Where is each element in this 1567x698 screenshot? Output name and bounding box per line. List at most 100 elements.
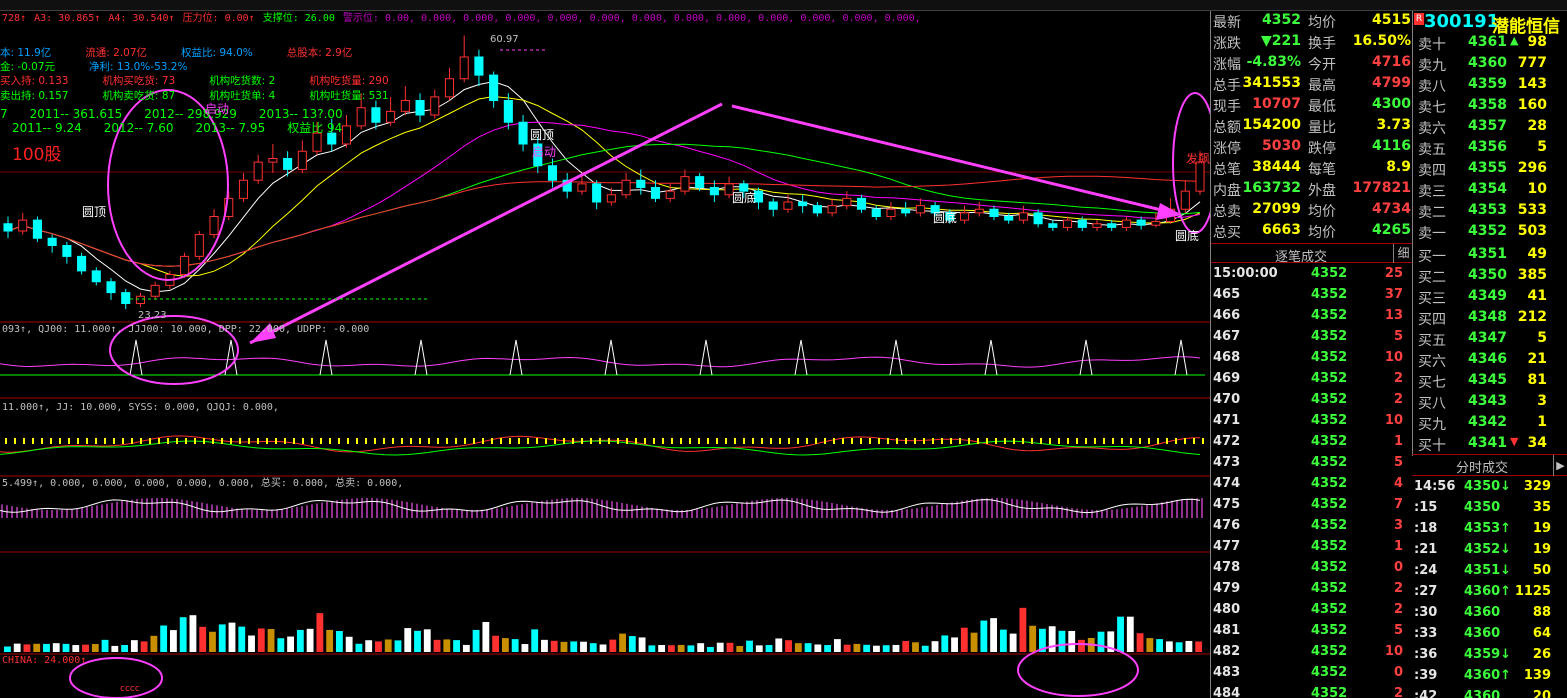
book-cell: 买四	[1418, 312, 1446, 328]
tick-cell: 4	[1393, 476, 1403, 491]
indicator-2-header: 11.000↑, JJ: 10.000, SYSS: 0.000, QJQJ: …	[2, 402, 279, 413]
bid-row[interactable]: 买七 4345 81	[1414, 371, 1567, 392]
text-segment: 7	[0, 107, 8, 121]
bid-row[interactable]: 买四 4348 212	[1414, 308, 1567, 329]
tick-row: 15:00:00 4352 25	[1211, 264, 1413, 285]
volume-bar	[52, 643, 60, 652]
ask-row[interactable]: 卖九 4360 777	[1414, 54, 1567, 75]
quote-value: 4116	[1372, 138, 1411, 154]
tick-cell: 1	[1393, 434, 1403, 449]
tick-cell: 10	[1384, 413, 1403, 428]
book-cell: 4358	[1468, 97, 1507, 113]
ask-row[interactable]: 卖八 4359 143	[1414, 75, 1567, 96]
volume-bar	[1195, 641, 1203, 652]
ask-row[interactable]: 卖七 4358 160	[1414, 96, 1567, 117]
ask-row[interactable]: 卖五 4356 5	[1414, 138, 1567, 159]
bid-row[interactable]: 买六 4346 21	[1414, 350, 1567, 371]
trade-cell: :15	[1414, 500, 1438, 515]
bid-row[interactable]: 买五 4347 5	[1414, 329, 1567, 350]
trade-cell: 4350	[1464, 500, 1501, 515]
trade-cell: 4350↓	[1464, 479, 1512, 494]
candle-body	[194, 234, 204, 257]
trade-expand-button[interactable]: ▶	[1553, 455, 1567, 476]
trade-cell: :24	[1414, 563, 1438, 578]
candle-body	[356, 107, 366, 127]
book-cell: 卖三	[1418, 184, 1446, 200]
candle-body	[430, 96, 440, 116]
ma20-line	[7, 121, 1201, 267]
volume-bar	[667, 645, 675, 652]
quote-row: 总买 6663 均价 4265	[1211, 221, 1413, 242]
info-overlay: 本: 11.9亿 流通: 2.07亿 权益比: 94.0% 总股本: 2.9亿 金: …	[0, 46, 389, 165]
tick-cell: 482	[1213, 644, 1241, 659]
ask-row[interactable]: 卖六 4357 28	[1414, 117, 1567, 138]
book-cell: 4345	[1468, 372, 1507, 388]
quote-row: 总手 341553 最高 4799	[1211, 74, 1413, 95]
arc-r1-label: 圆底	[933, 210, 957, 225]
volume-bar	[755, 645, 763, 652]
candle-body	[415, 100, 425, 116]
ask-row[interactable]: 卖十 4361 98 ▲	[1414, 33, 1567, 54]
ask-row[interactable]: 卖一 4352 503	[1414, 222, 1567, 243]
quote-label: 均价	[1308, 204, 1336, 220]
quote-value: 341553	[1242, 75, 1301, 91]
bid-row[interactable]: 买三 4349 41	[1414, 287, 1567, 308]
tick-cell: 13	[1384, 308, 1403, 323]
volume-bar	[111, 645, 119, 652]
tick-cell: 4352	[1311, 560, 1348, 575]
book-cell: 卖九	[1418, 58, 1446, 74]
ask-row[interactable]: 卖四 4355 296	[1414, 159, 1567, 180]
bid-row[interactable]: 买九 4342 1	[1414, 413, 1567, 434]
trade-cell: 4359↓	[1464, 647, 1512, 662]
book-cell: 4354	[1468, 181, 1507, 197]
tick-panel-header: 逐笔成交 细	[1211, 243, 1413, 265]
volume-bar	[580, 641, 587, 652]
tick-row: 465 4352 37	[1211, 285, 1413, 306]
volume-bar	[394, 640, 402, 652]
text-segment: 机构吃货量: 290	[309, 74, 388, 87]
book-cell: 98	[1527, 34, 1547, 50]
book-cell: 买六	[1418, 354, 1446, 370]
tick-cell: 4352	[1311, 539, 1348, 554]
volume-bar	[658, 645, 666, 652]
book-cell: 4349	[1468, 288, 1507, 304]
volume-bar	[892, 644, 900, 652]
trade-panel-title: 分时成交	[1455, 461, 1508, 476]
trade-cell: :39	[1414, 668, 1438, 683]
bid-row[interactable]: 买二 4350 385	[1414, 266, 1567, 287]
book-cell: 卖八	[1418, 79, 1446, 95]
volume-bar	[902, 640, 910, 652]
ask-row[interactable]: 卖三 4354 10	[1414, 180, 1567, 201]
trade-cell: 4353↑	[1464, 521, 1512, 536]
tick-cell: 37	[1384, 287, 1403, 302]
volume-bar	[160, 625, 168, 652]
text-segment: 支撑位: 26.00	[263, 11, 335, 24]
volume-bar	[609, 639, 617, 652]
ask-row[interactable]: 卖二 4353 533	[1414, 201, 1567, 222]
main-chart[interactable]: 728↑ A3: 30.865↑ A4: 30.540↑ 压力位: 0.00↑ 支撑位:…	[0, 0, 1210, 698]
tick-cell: 483	[1213, 665, 1241, 680]
tick-cell: 5	[1393, 455, 1403, 470]
tick-cell: 467	[1213, 329, 1241, 344]
tick-cell: 4352	[1311, 266, 1348, 281]
ind1-spike	[129, 339, 143, 376]
bid-row[interactable]: 买八 4343 3	[1414, 392, 1567, 413]
volume-bar	[1068, 630, 1076, 652]
quote-label: 量比	[1308, 120, 1336, 136]
candle-body	[1151, 221, 1161, 226]
bid-row[interactable]: 买十 4341 34 ▼	[1414, 434, 1567, 455]
volume-bar	[257, 628, 265, 652]
volume-bar	[472, 629, 480, 652]
volume-bar	[82, 644, 89, 652]
tick-detail-button[interactable]: 细	[1393, 244, 1413, 263]
trade-cell: 19	[1532, 521, 1551, 536]
book-cell: 4353	[1468, 202, 1507, 218]
ind1-spike	[604, 339, 618, 376]
tick-row: 472 4352 1	[1211, 432, 1413, 453]
tick-cell: 7	[1393, 497, 1403, 512]
bid-row[interactable]: 买一 4351 49	[1414, 245, 1567, 266]
book-cell: 卖六	[1418, 121, 1446, 137]
trade-cell: 64	[1532, 626, 1551, 641]
quote-label: 每笔	[1308, 162, 1336, 178]
tick-cell: 3	[1393, 518, 1403, 533]
